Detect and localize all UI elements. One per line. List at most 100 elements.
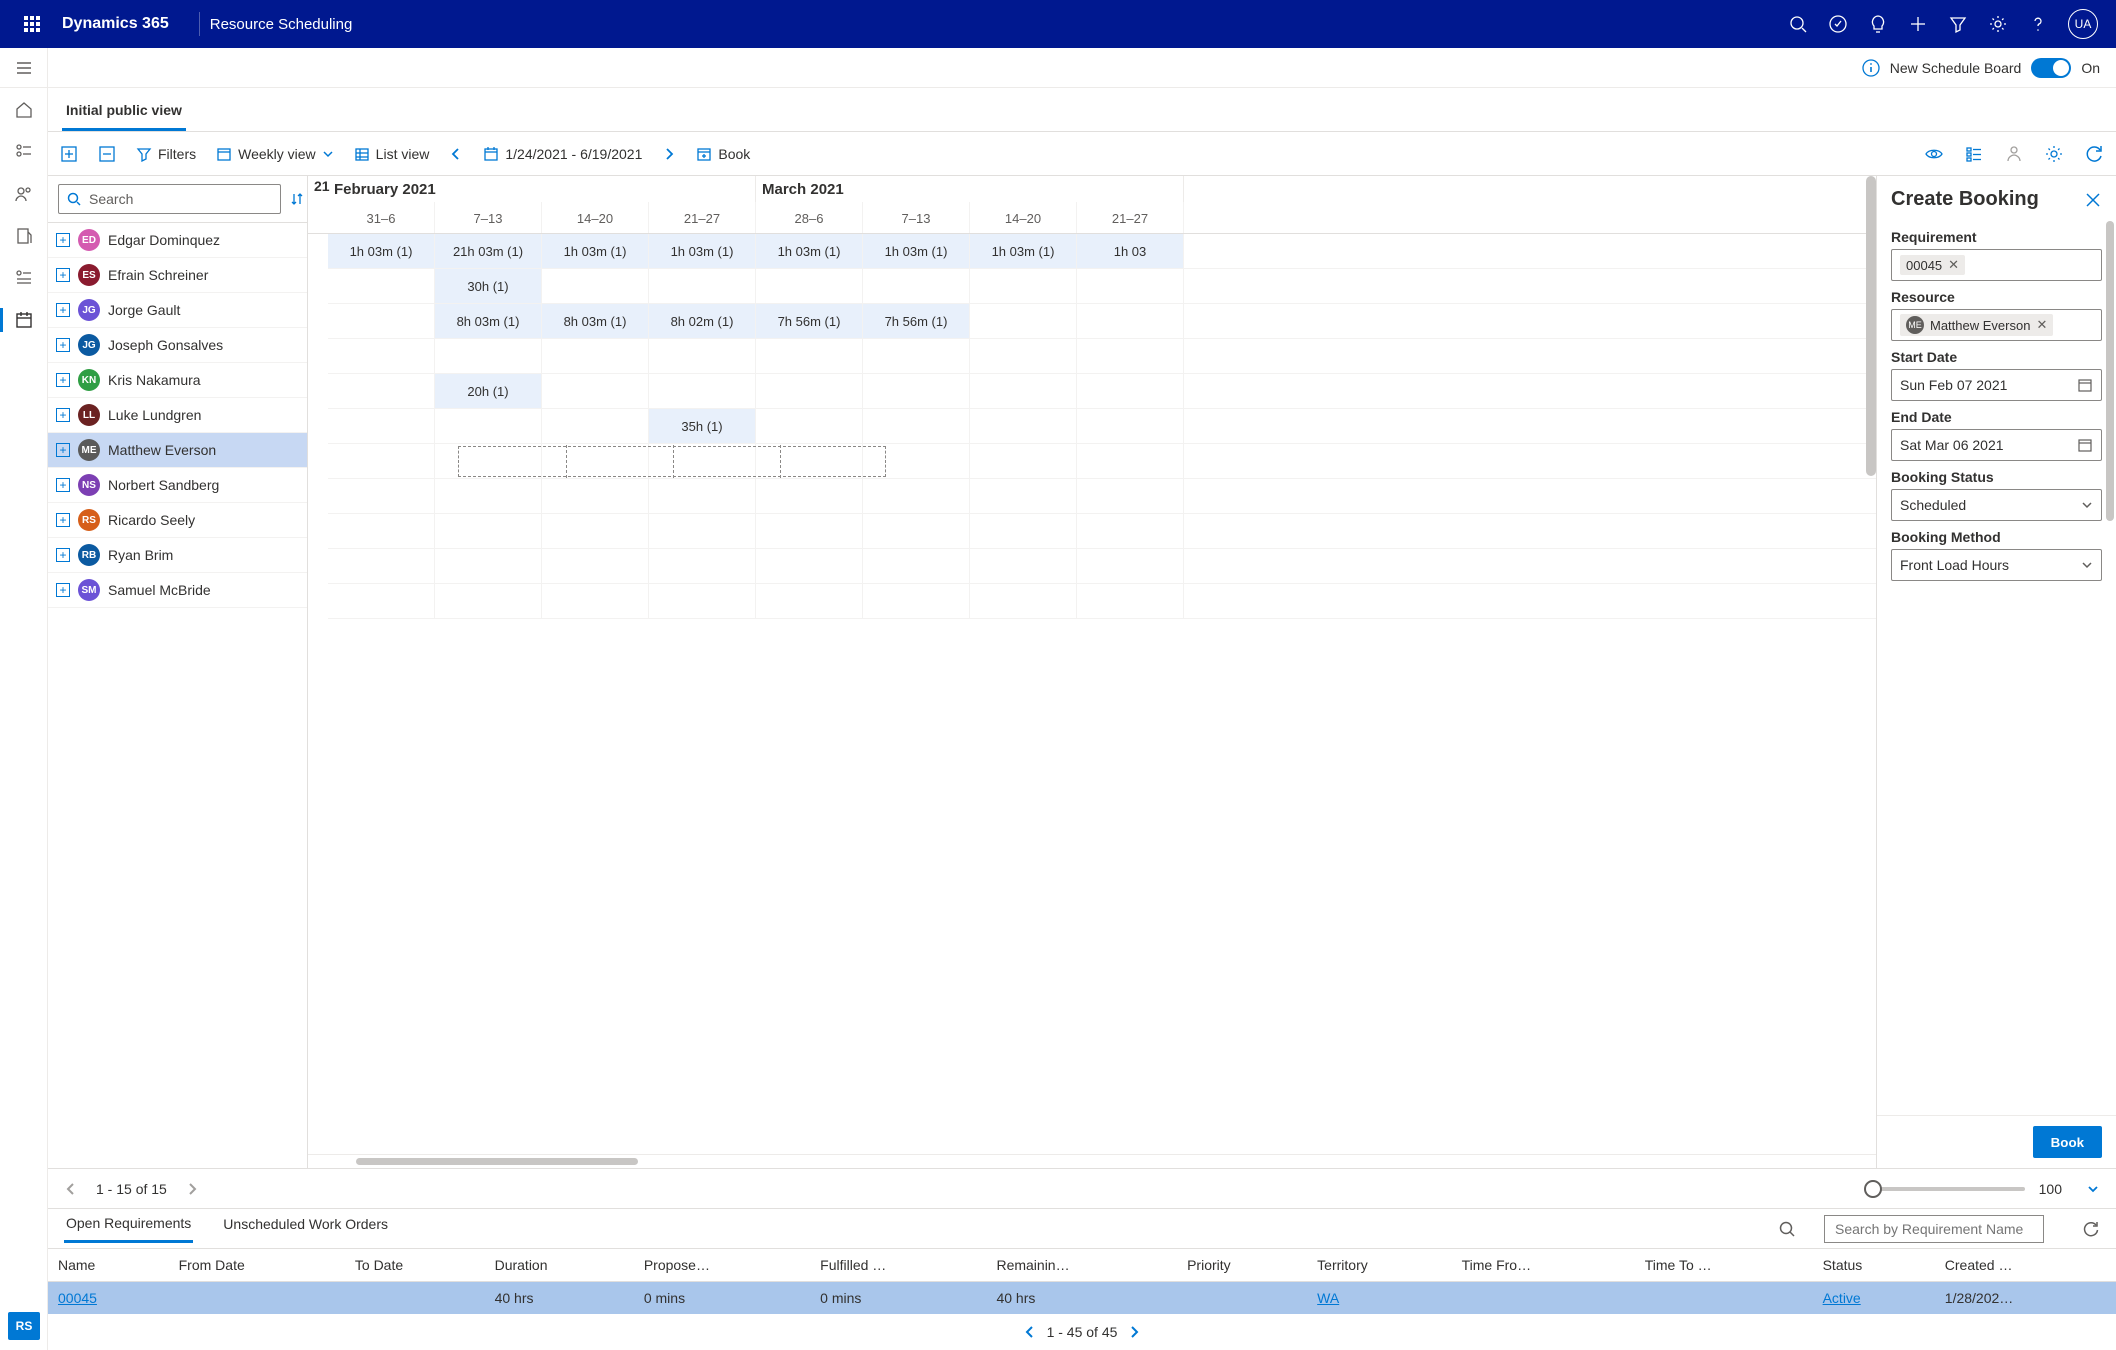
resource-field[interactable]: MEMatthew Everson✕ <box>1891 309 2102 341</box>
resource-row[interactable]: + RS Ricardo Seely <box>48 503 307 538</box>
tab-open-requirements[interactable]: Open Requirements <box>64 1215 193 1243</box>
list-nav[interactable] <box>8 266 40 290</box>
board-settings-button[interactable] <box>2044 144 2064 164</box>
grid-cell[interactable] <box>328 444 435 478</box>
grid-cell[interactable] <box>1077 444 1184 478</box>
grid-cell[interactable] <box>756 514 863 548</box>
territory-link[interactable]: WA <box>1317 1290 1339 1306</box>
next-page-button[interactable] <box>1127 1325 1141 1339</box>
grid-cell[interactable] <box>863 374 970 408</box>
grid-cell[interactable]: 30h (1) <box>435 269 542 303</box>
app-launcher-button[interactable] <box>12 16 52 32</box>
grid-cell[interactable] <box>435 339 542 373</box>
grid-body[interactable]: 1h 03m (1)21h 03m (1)1h 03m (1)1h 03m (1… <box>308 234 1876 1154</box>
grid-cell[interactable] <box>756 339 863 373</box>
grid-cell[interactable] <box>1077 374 1184 408</box>
expand-all-button[interactable] <box>60 145 78 163</box>
grid-cell[interactable] <box>328 514 435 548</box>
grid-cell[interactable] <box>970 479 1077 513</box>
tab-unscheduled-work-orders[interactable]: Unscheduled Work Orders <box>221 1216 390 1241</box>
grid-cell[interactable] <box>756 374 863 408</box>
grid-cell[interactable] <box>1077 549 1184 583</box>
resource-row[interactable]: + ED Edgar Dominquez <box>48 223 307 258</box>
table-header[interactable]: Name <box>48 1249 169 1282</box>
resource-row[interactable]: + ES Efrain Schreiner <box>48 258 307 293</box>
grid-cell[interactable] <box>970 584 1077 618</box>
view-mode-dropdown[interactable]: Weekly view <box>216 146 334 162</box>
clear-chip-icon[interactable]: ✕ <box>2036 317 2047 333</box>
grid-cell[interactable] <box>435 479 542 513</box>
table-header[interactable]: Status <box>1813 1249 1935 1282</box>
grid-cell[interactable] <box>542 549 649 583</box>
grid-cell[interactable] <box>756 549 863 583</box>
expand-icon[interactable]: + <box>56 373 70 387</box>
insights-button[interactable] <box>1868 14 1888 34</box>
sort-button[interactable] <box>289 191 305 207</box>
table-header[interactable]: Time Fro… <box>1452 1249 1635 1282</box>
book-button[interactable]: Book <box>696 146 750 162</box>
grid-cell[interactable] <box>542 339 649 373</box>
refresh-board-button[interactable] <box>2084 144 2104 164</box>
grid-row[interactable] <box>328 584 1876 619</box>
grid-cell[interactable] <box>649 374 756 408</box>
resource-list[interactable]: + ED Edgar Dominquez+ ES Efrain Schreine… <box>48 223 307 1168</box>
table-header[interactable]: Priority <box>1177 1249 1307 1282</box>
people-list-nav[interactable] <box>8 140 40 164</box>
expand-icon[interactable]: + <box>56 443 70 457</box>
grid-cell[interactable] <box>1077 409 1184 443</box>
expand-icon[interactable]: + <box>56 513 70 527</box>
vertical-scrollbar[interactable] <box>1866 176 1876 1168</box>
grid-cell[interactable] <box>328 584 435 618</box>
requirement-field[interactable]: 00045✕ <box>1891 249 2102 281</box>
visibility-button[interactable] <box>1924 144 1944 164</box>
grid-cell[interactable] <box>542 479 649 513</box>
panel-scrollbar[interactable] <box>2106 221 2114 581</box>
grid-cell[interactable] <box>328 374 435 408</box>
app-switcher[interactable]: RS <box>8 1312 40 1340</box>
table-header[interactable]: Propose… <box>634 1249 810 1282</box>
booking-status-field[interactable]: Scheduled <box>1891 489 2102 521</box>
grid-cell[interactable]: 1h 03m (1) <box>756 234 863 268</box>
table-header[interactable]: Territory <box>1307 1249 1451 1282</box>
book-submit-button[interactable]: Book <box>2033 1126 2102 1158</box>
grid-cell[interactable] <box>542 584 649 618</box>
grid-cell[interactable] <box>863 479 970 513</box>
table-header[interactable]: Remainin… <box>986 1249 1177 1282</box>
grid-cell[interactable] <box>970 304 1077 338</box>
grid-cell[interactable]: 21h 03m (1) <box>435 234 542 268</box>
expand-icon[interactable]: + <box>56 583 70 597</box>
next-page-button[interactable] <box>185 1182 199 1196</box>
grid-row[interactable]: 30h (1) <box>328 269 1876 304</box>
clear-chip-icon[interactable]: ✕ <box>1948 257 1959 273</box>
grid-cell[interactable] <box>863 269 970 303</box>
grid-cell[interactable] <box>970 374 1077 408</box>
grid-cell[interactable] <box>649 269 756 303</box>
nav-toggle-button[interactable] <box>0 48 48 88</box>
grid-cell[interactable] <box>1077 584 1184 618</box>
grid-cell[interactable] <box>542 269 649 303</box>
grid-cell[interactable] <box>863 514 970 548</box>
grid-cell[interactable] <box>756 584 863 618</box>
doc-nav[interactable] <box>8 224 40 248</box>
grid-cell[interactable] <box>863 409 970 443</box>
zoom-dropdown[interactable] <box>2086 1182 2100 1196</box>
grid-cell[interactable] <box>970 549 1077 583</box>
grid-cell[interactable] <box>328 549 435 583</box>
grid-cell[interactable] <box>970 444 1077 478</box>
resource-row[interactable]: + LL Luke Lundgren <box>48 398 307 433</box>
grid-cell[interactable] <box>542 514 649 548</box>
resource-row[interactable]: + NS Norbert Sandberg <box>48 468 307 503</box>
search-icon[interactable] <box>1778 1220 1796 1238</box>
grid-row[interactable]: 8h 03m (1)8h 03m (1)8h 02m (1)7h 56m (1)… <box>328 304 1876 339</box>
grid-cell[interactable] <box>863 584 970 618</box>
grid-cell[interactable] <box>1077 479 1184 513</box>
table-header[interactable]: From Date <box>169 1249 345 1282</box>
add-button[interactable] <box>1908 14 1928 34</box>
calendar-icon[interactable] <box>2077 377 2093 393</box>
resource-row[interactable]: + KN Kris Nakamura <box>48 363 307 398</box>
grid-cell[interactable] <box>542 374 649 408</box>
expand-icon[interactable]: + <box>56 268 70 282</box>
prev-page-button[interactable] <box>64 1182 78 1196</box>
status-link[interactable]: Active <box>1823 1290 1861 1306</box>
settings-button[interactable] <box>1988 14 2008 34</box>
